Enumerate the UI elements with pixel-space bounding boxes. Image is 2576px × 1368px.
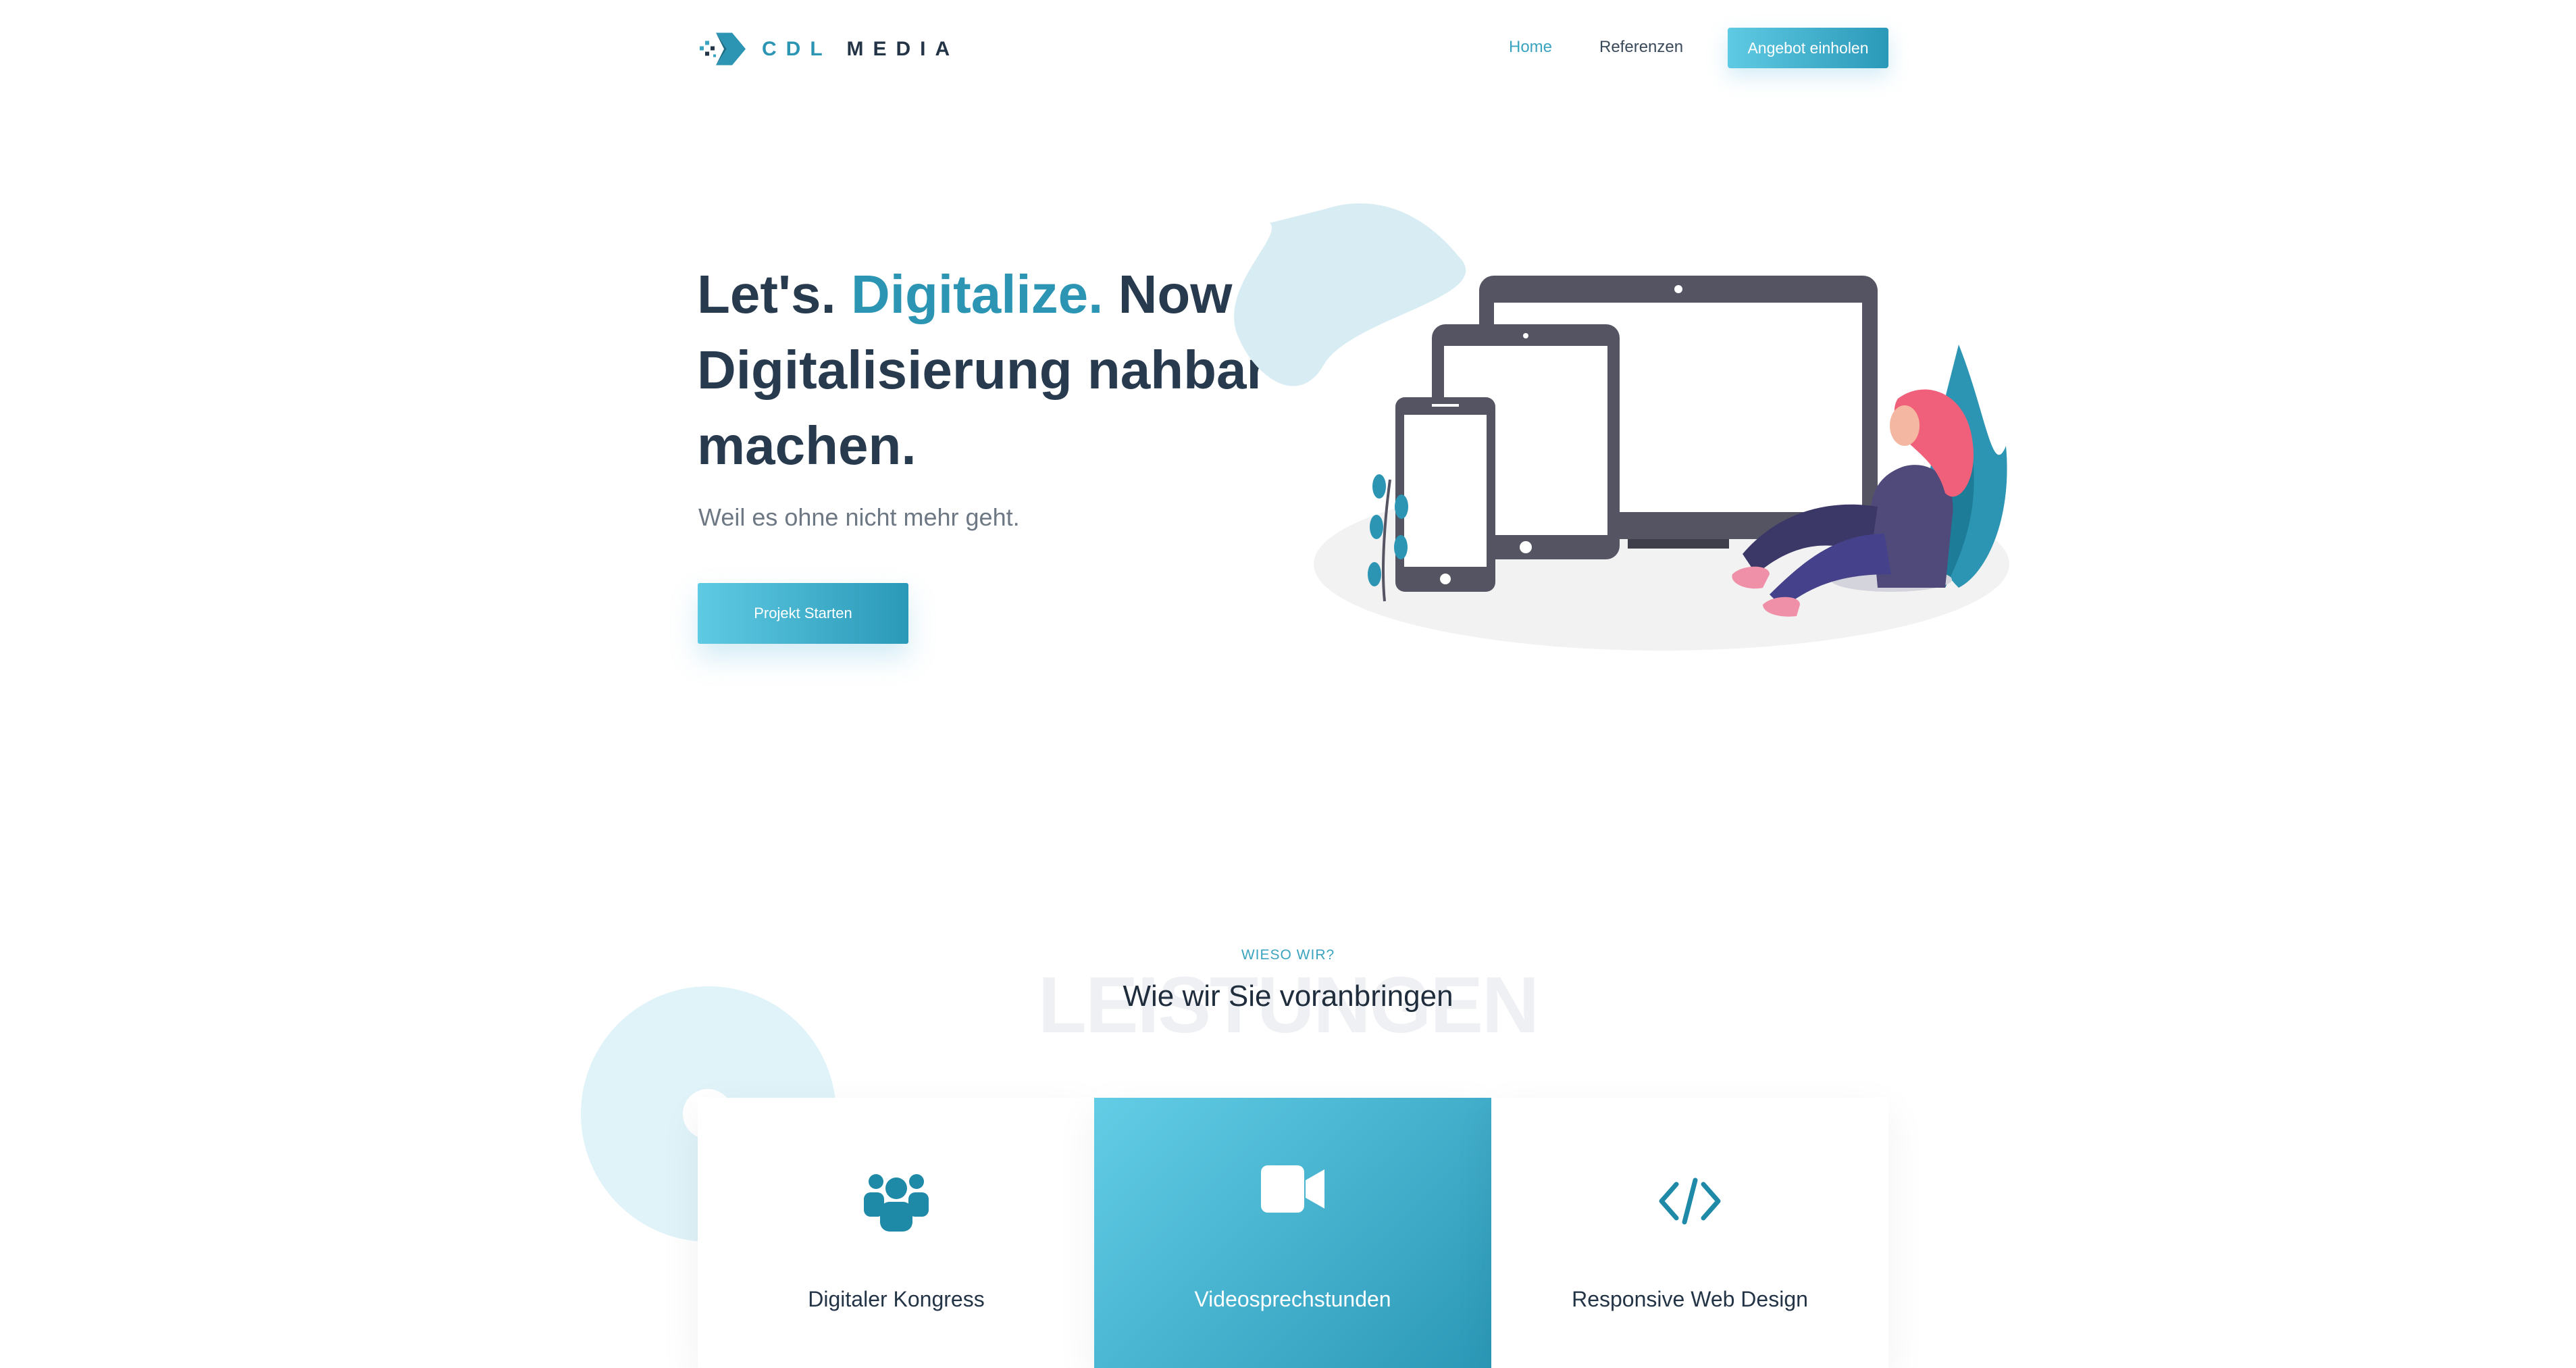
start-project-button[interactable]: Projekt Starten [698, 583, 908, 644]
service-card-label: Responsive Web Design [1572, 1287, 1808, 1311]
service-card-video-consultation[interactable]: Videosprechstunden [1094, 1098, 1491, 1368]
code-icon [1659, 1177, 1721, 1225]
brand-name-part2: MEDIA [846, 37, 960, 60]
get-quote-button[interactable]: Angebot einholen [1728, 28, 1888, 68]
video-camera-icon [1261, 1165, 1324, 1213]
service-card-label: Videosprechstunden [1194, 1287, 1391, 1311]
brand-name-part1: CDL [762, 37, 832, 60]
hero-title-start: Let's. [697, 264, 851, 324]
section-title: Wie wir Sie voranbringen [1123, 980, 1453, 1013]
service-card-responsive-web-design[interactable]: Responsive Web Design [1491, 1098, 1888, 1368]
nav-link-referenzen[interactable]: Referenzen [1599, 38, 1683, 57]
logo-icon [700, 32, 746, 66]
service-card-digital-congress[interactable]: Digitaler Kongress [698, 1098, 1095, 1368]
section-tag: WIESO WIR? [1241, 947, 1335, 963]
brand-name: CDL MEDIA [762, 38, 959, 61]
hero-title: Let's. Digitalize. Now - Digitalisierung… [697, 257, 1291, 484]
background-blob [1234, 203, 1466, 386]
nav-link-home[interactable]: Home [1509, 38, 1552, 57]
users-icon [864, 1174, 929, 1232]
service-card-label: Digitaler Kongress [808, 1287, 985, 1311]
hero-subtitle: Weil es ohne nicht mehr geht. [698, 503, 1020, 531]
hero-title-accent: Digitalize. [850, 264, 1104, 324]
devices-illustration [1234, 203, 2009, 651]
top-navigation: CDL MEDIA Home Referenzen Angebot einhol… [0, 0, 2576, 98]
brand-logo[interactable]: CDL MEDIA [697, 27, 959, 71]
